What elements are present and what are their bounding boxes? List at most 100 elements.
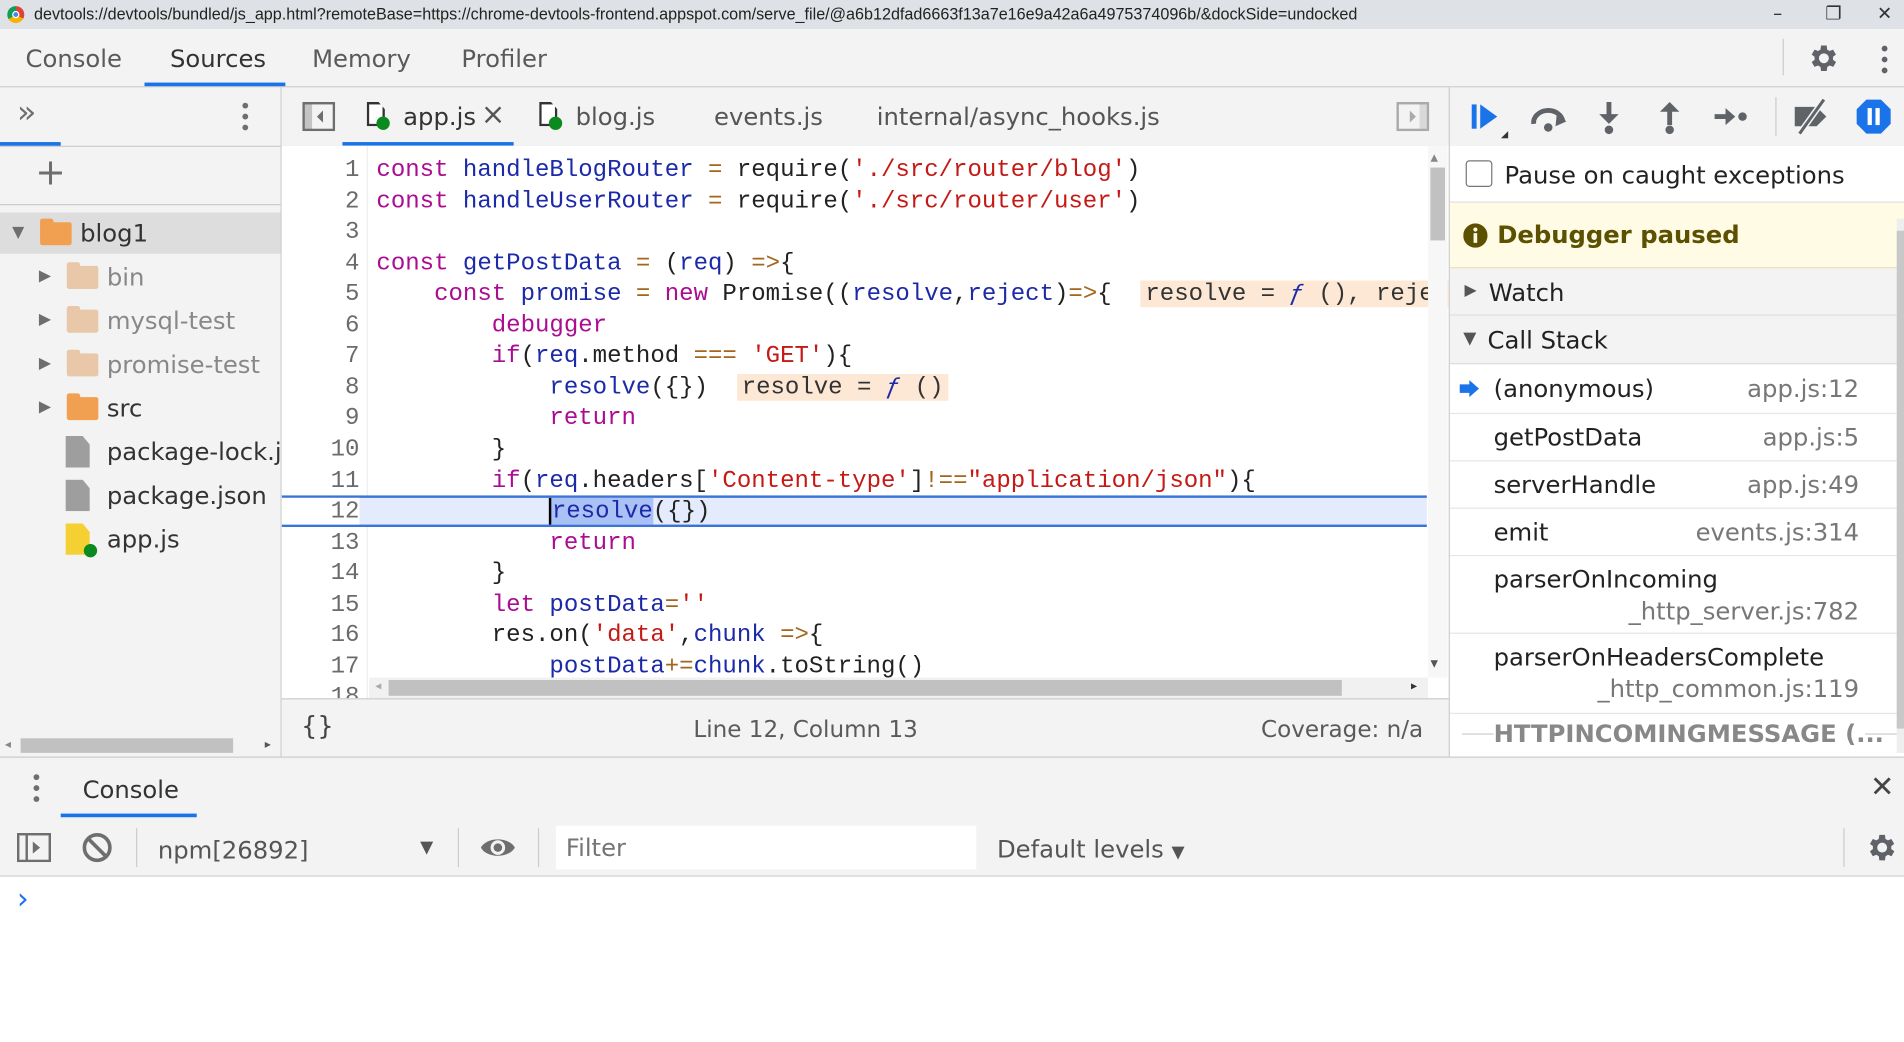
code-line[interactable]: 8 resolve({}) resolve = ƒ () [282, 373, 1427, 404]
line-number[interactable]: 2 [282, 186, 359, 217]
minimize-button[interactable]: – [1753, 0, 1802, 27]
line-number[interactable]: 10 [282, 435, 360, 466]
scrollbar-thumb[interactable] [1430, 167, 1446, 241]
line-number[interactable]: 15 [282, 590, 360, 621]
execution-line[interactable]: 12 resolve({}) [281, 495, 1427, 527]
line-number[interactable]: 5 [282, 280, 359, 311]
live-expression-eye-icon[interactable] [480, 834, 516, 861]
call-frame[interactable]: parserOnHeadersComplete _http_common.js:1… [1449, 633, 1900, 715]
tab-profiler[interactable]: Profiler [461, 44, 547, 73]
line-number[interactable]: 16 [282, 621, 360, 652]
more-tabs-chevron-icon[interactable]: » [17, 95, 36, 131]
editor-horizontal-scrollbar[interactable]: ◂ ▸ [369, 677, 1429, 699]
line-number[interactable]: 9 [282, 404, 359, 435]
line-number[interactable]: 8 [282, 373, 359, 404]
call-frame-location[interactable]: app.js:12 [1747, 374, 1859, 403]
tree-item[interactable]: package.json [0, 475, 281, 516]
call-frame[interactable]: (anonymous) app.js:12 [1449, 364, 1900, 415]
add-folder-button[interactable]: + [35, 152, 66, 195]
step-into-icon[interactable] [1596, 100, 1623, 136]
navigator-horizontal-scrollbar[interactable]: ◂ ▸ [0, 736, 281, 755]
step-over-icon[interactable] [1528, 102, 1569, 134]
call-frame[interactable]: getPostData app.js:5 [1449, 413, 1900, 462]
tree-item[interactable]: ▼ blog1 [0, 212, 281, 254]
line-number[interactable]: 11 [282, 466, 360, 497]
expand-arrow-icon[interactable]: ▶ [39, 398, 51, 416]
call-stack-section-header[interactable]: ▼ Call Stack [1449, 315, 1904, 365]
log-levels-dropdown[interactable]: Default levels ▼ [997, 834, 1185, 863]
editor-vertical-scrollbar[interactable]: ▲ ▼ [1428, 145, 1448, 678]
call-frame-location[interactable]: app.js:49 [1747, 470, 1859, 499]
deactivate-breakpoints-icon[interactable] [1790, 97, 1834, 136]
drawer-tab-console[interactable]: Console [83, 775, 179, 804]
line-number[interactable]: 3 [282, 217, 359, 248]
call-frame[interactable]: parserOnIncoming _http_server.js:782 [1449, 555, 1900, 634]
code-line[interactable]: 9 return [282, 404, 1427, 435]
code-line[interactable]: 14 } [282, 559, 1427, 590]
scrollbar-thumb[interactable] [388, 680, 1342, 696]
code-line[interactable]: 16 res.on('data',chunk =>{ [282, 621, 1427, 652]
resume-icon[interactable] [1469, 102, 1510, 139]
step-out-icon[interactable] [1656, 100, 1683, 136]
drawer-menu-icon[interactable] [29, 772, 44, 806]
code-line[interactable]: 1 const handleBlogRouter = require('./src… [282, 155, 1427, 186]
more-options-icon[interactable] [1877, 44, 1892, 76]
tree-item[interactable]: ▶ promise-test [0, 344, 281, 385]
line-number[interactable]: 6 [282, 311, 359, 342]
toggle-debugger-sidebar-icon[interactable] [1396, 102, 1430, 132]
code-line[interactable]: 5 const promise = new Promise((resolve,r… [282, 280, 1449, 311]
tree-item[interactable]: app.js [0, 519, 281, 560]
code-line[interactable]: 10 } [282, 435, 1427, 466]
line-number[interactable]: 14 [282, 559, 360, 590]
tab-sources[interactable]: Sources [170, 44, 266, 73]
call-frame[interactable]: serverHandle app.js:49 [1449, 460, 1900, 509]
tree-item[interactable]: package-lock.json [0, 431, 325, 472]
show-sidebar-icon[interactable] [17, 833, 52, 863]
console-output[interactable]: › [0, 876, 1904, 1042]
code-line[interactable]: 6 debugger [282, 311, 1427, 342]
code-line[interactable]: 11 if(req.headers['Content-type']!=="app… [282, 466, 1427, 497]
line-number[interactable]: 18 [282, 683, 360, 698]
code-line[interactable]: 15 let postData='' [282, 590, 1427, 621]
clear-console-icon[interactable] [81, 832, 113, 864]
tree-item[interactable]: ▶ src [0, 387, 281, 428]
restore-button[interactable]: ❐ [1809, 0, 1858, 27]
pause-on-caught-checkbox[interactable] [1465, 160, 1493, 188]
console-settings-gear-icon[interactable] [1865, 831, 1899, 865]
tab-console[interactable]: Console [26, 44, 122, 73]
scrollbar-thumb[interactable] [20, 738, 234, 753]
sidebar-scrollbar[interactable] [1896, 218, 1904, 753]
line-number[interactable]: 4 [282, 248, 359, 279]
line-number[interactable]: 1 [282, 155, 359, 186]
expand-arrow-icon[interactable]: ▶ [39, 311, 51, 329]
line-number[interactable]: 7 [282, 342, 359, 373]
pause-on-caught-label[interactable]: Pause on caught exceptions [1505, 160, 1845, 189]
pause-on-exceptions-icon[interactable] [1855, 98, 1891, 134]
tree-item[interactable]: ▶ bin [0, 256, 281, 297]
context-selector[interactable]: npm[26892] ▼ [143, 826, 447, 870]
code-line[interactable]: 2 const handleUserRouter = require('./src… [282, 186, 1427, 217]
code-line[interactable]: 3 [282, 217, 1427, 248]
code-line[interactable]: 7 if(req.method === 'GET'){ [282, 342, 1427, 373]
collapse-arrow-icon[interactable]: ▼ [12, 223, 24, 241]
tree-item[interactable]: ▶ mysql-test [0, 300, 281, 341]
code-editor[interactable]: 1 const handleBlogRouter = require('./src… [281, 145, 1449, 699]
pretty-print-button[interactable]: {} [301, 712, 333, 741]
call-frame-location[interactable]: _http_server.js:782 [1629, 596, 1859, 625]
close-drawer-button[interactable]: ✕ [1870, 770, 1894, 804]
toggle-navigator-icon[interactable] [302, 102, 336, 132]
code-line[interactable]: 13 return [282, 528, 1427, 559]
step-icon[interactable] [1712, 104, 1748, 128]
call-frame-location[interactable]: _http_common.js:119 [1598, 674, 1860, 703]
settings-gear-icon[interactable] [1807, 41, 1841, 75]
expand-arrow-icon[interactable]: ▶ [39, 355, 51, 373]
navigator-menu-icon[interactable] [238, 100, 253, 134]
watch-section-header[interactable]: ▶ Watch [1449, 268, 1904, 316]
close-window-button[interactable]: ✕ [1865, 0, 1904, 27]
tab-memory[interactable]: Memory [312, 44, 411, 73]
code-line[interactable]: 4 const getPostData = (req) =>{ [282, 248, 1427, 279]
line-number[interactable]: 12 [281, 497, 360, 525]
call-frame-location[interactable]: app.js:5 [1763, 423, 1859, 452]
expand-arrow-icon[interactable]: ▶ [39, 267, 51, 285]
line-number[interactable]: 13 [282, 528, 360, 559]
